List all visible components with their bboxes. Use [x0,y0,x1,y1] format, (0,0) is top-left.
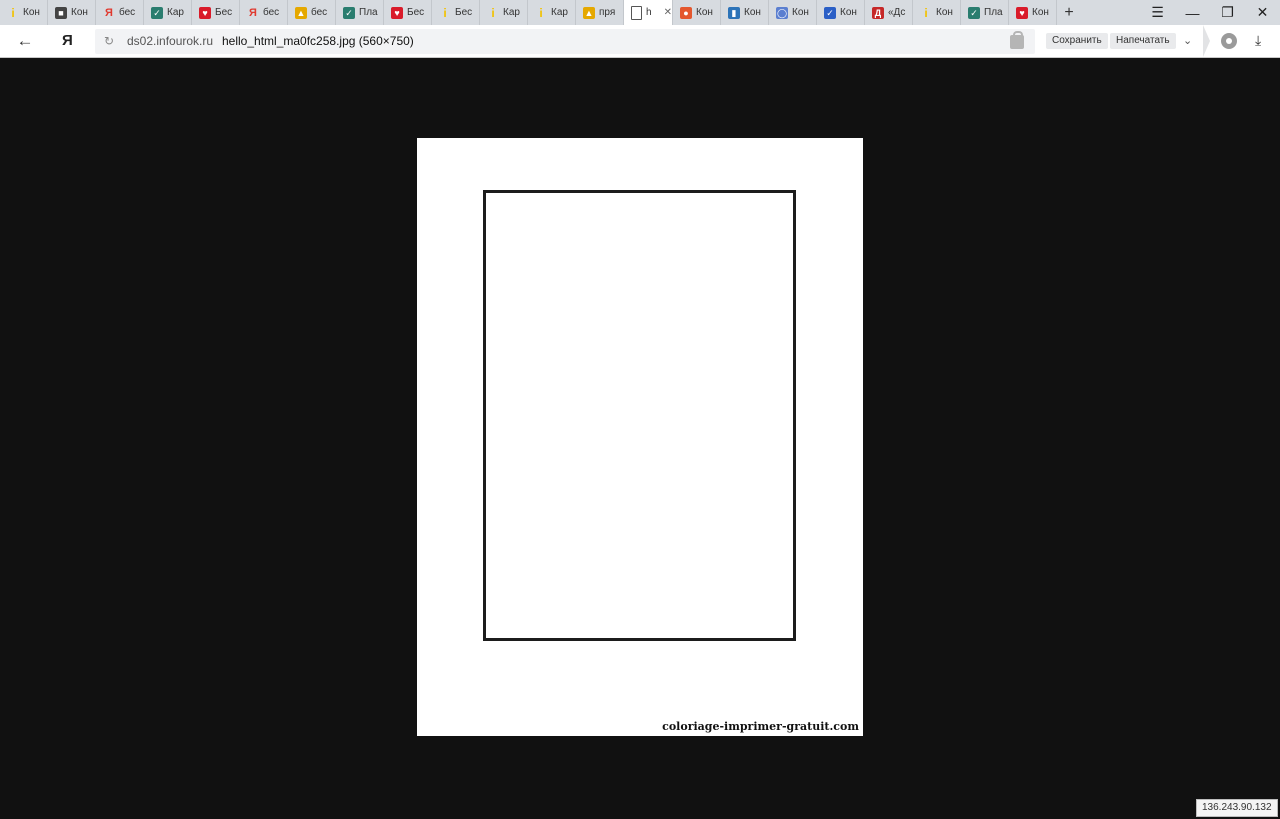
tab-item[interactable]: Ябес [96,0,144,25]
address-bar: ← Я ↻ ds02.infourok.ru hello_html_ma0fc2… [0,25,1280,58]
tab-label: бес [119,7,136,18]
menu-icon[interactable]: ☰ [1140,0,1175,25]
tab-item[interactable]: Ябес [240,0,288,25]
page-icon [631,5,642,20]
yellow-i-icon: i [443,5,447,20]
url-domain: ds02.infourok.ru [127,34,214,48]
blue-check-icon: ✓ [824,6,836,19]
watermark-text: coloriage-imprimer-gratuit.com [662,720,859,733]
tab-item[interactable]: ✓ Кар [144,0,192,25]
red-heart-icon: ♥ [391,6,403,19]
image-canvas: coloriage-imprimer-gratuit.com [417,138,863,736]
tab-item[interactable]: ◯ Кон [769,0,817,25]
chevron-down-icon[interactable]: ⌄ [1183,33,1192,49]
tab-item[interactable]: i Кар [480,0,528,25]
tab-label: пря [599,7,616,18]
back-button[interactable]: ← [14,31,36,51]
tab-item[interactable]: Д «Дс [865,0,913,25]
tab-item[interactable]: ✓ Пла [961,0,1009,25]
tab-item[interactable]: i Кар [528,0,576,25]
tab-item[interactable]: ▲ пря [576,0,624,25]
red-d-icon: Д [872,6,884,19]
minimize-button[interactable]: — [1175,0,1210,25]
reload-icon[interactable]: ↻ [104,34,114,48]
tab-item[interactable]: h ✕ [624,0,673,25]
tab-label: Пла [359,7,378,18]
tab-label: бес [263,7,280,18]
red-heart-icon: ♥ [199,6,211,19]
green-check-icon: ✓ [968,6,980,19]
yellow-image-icon: ▲ [295,6,307,19]
tab-item[interactable]: ♥ Бес [192,0,240,25]
tab-label: Бес [215,7,233,18]
tab-strip: i Кон ■ Кон Ябес ✓ Кар ♥ Бес Ябес ▲ бес ✓ Пла ♥ Бес i Бес… [0,0,1280,25]
tab-label: «Дс [888,7,906,18]
tab-list: i Кон ■ Кон Ябес ✓ Кар ♥ Бес Ябес ▲ бес ✓ Пла ♥ Бес i Бес… [0,0,1057,25]
tab-item[interactable]: ✓ Пла [336,0,384,25]
green-check-icon: ✓ [151,6,163,19]
print-button[interactable]: Напечатать [1110,33,1176,49]
tab-item[interactable]: ▮ Кон [721,0,769,25]
tab-label: бес [311,7,328,18]
tab-item[interactable]: i Кон [0,0,48,25]
yellow-i-icon: i [491,5,495,20]
save-button[interactable]: Сохранить [1046,33,1108,49]
tab-label: Бес [455,7,473,18]
lock-icon[interactable] [1010,31,1024,49]
blue-circle-icon: ◯ [776,6,788,19]
tab-label: Кар [551,7,568,18]
url-page-title: hello_html_ma0fc258.jpg (560×750) [222,34,414,48]
tab-label: Кон [23,7,40,18]
tab-label: Кон [696,7,713,18]
tab-label: Кон [744,7,761,18]
tab-label: Кон [71,7,88,18]
tab-item[interactable]: ♥ Кон [1009,0,1057,25]
extension-icon[interactable] [1221,33,1237,49]
tab-item[interactable]: i Кон [913,0,961,25]
close-tab-icon[interactable]: ✕ [664,7,672,18]
tab-label: Кон [1032,7,1049,18]
yellow-image-icon: ▲ [583,6,595,19]
yandex-logo-button[interactable]: Я [62,32,73,50]
tab-item[interactable]: ● Кон [673,0,721,25]
green-check-icon: ✓ [343,6,355,19]
red-heart-icon: ♥ [1016,6,1028,19]
yellow-i-icon: i [11,5,15,20]
tab-item[interactable]: ✓ Кон [817,0,865,25]
new-tab-button[interactable]: + [1057,0,1081,25]
rectangle-frame [483,190,796,641]
tab-item[interactable]: ▲ бес [288,0,336,25]
tab-label: Кон [936,7,953,18]
yandex-ya-icon: Я [105,6,113,19]
tab-label: Кон [792,7,809,18]
yandex-ya-icon: Я [249,6,257,19]
dark-square-icon: ■ [55,6,67,19]
tab-label: Пла [984,7,1003,18]
restore-button[interactable]: ❐ [1210,0,1245,25]
tab-label: Кар [167,7,184,18]
blue-book-icon: ▮ [728,6,740,19]
yellow-i-icon: i [924,5,928,20]
yellow-i-icon: i [539,5,543,20]
address-bar-divider [1203,25,1210,57]
ip-address-badge: 136.243.90.132 [1196,799,1278,817]
url-field[interactable]: ↻ ds02.infourok.ru hello_html_ma0fc258.j… [95,29,1035,54]
orange-circle-icon: ● [680,6,692,19]
close-window-button[interactable]: ✕ [1245,0,1280,25]
tab-label: Кон [840,7,857,18]
tab-item[interactable]: ■ Кон [48,0,96,25]
tab-label: Кар [503,7,520,18]
tab-item[interactable]: i Бес [432,0,480,25]
download-icon[interactable]: ⤓ [1255,31,1261,49]
window-controls: ☰ — ❐ ✕ [1140,0,1280,25]
tab-item[interactable]: ♥ Бес [384,0,432,25]
tab-label: h [646,7,652,18]
tab-label: Бес [407,7,425,18]
